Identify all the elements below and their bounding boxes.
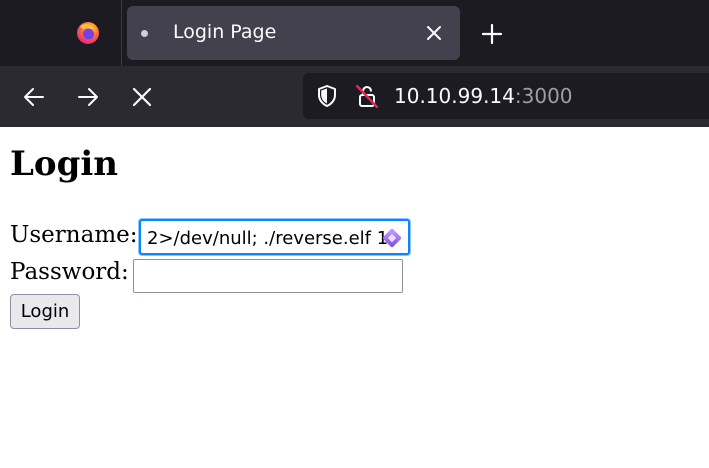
nav-toolbar: 10.10.99.14:3000: [0, 66, 709, 127]
url-text[interactable]: 10.10.99.14:3000: [394, 84, 573, 108]
tab-divider: [121, 0, 122, 66]
tab-strip: Login Page: [0, 0, 709, 66]
tab-title: Login Page: [173, 21, 277, 43]
tab-login-page[interactable]: Login Page: [127, 6, 460, 60]
login-button[interactable]: Login: [10, 294, 80, 329]
close-tab-icon[interactable]: [423, 22, 445, 44]
url-bar[interactable]: 10.10.99.14:3000: [303, 73, 709, 119]
firefox-logo-icon[interactable]: [76, 21, 100, 45]
page-title: Login: [10, 144, 118, 184]
shield-icon[interactable]: [315, 84, 339, 108]
insecure-lock-icon[interactable]: [354, 83, 380, 109]
forward-icon[interactable]: [75, 84, 101, 110]
username-value: 2>/dev/null; ./reverse.elf 1: [147, 228, 389, 249]
password-manager-icon[interactable]: [380, 226, 404, 250]
password-label: Password:: [10, 259, 129, 285]
password-input[interactable]: [133, 259, 403, 293]
url-port: :3000: [514, 84, 573, 108]
new-tab-icon[interactable]: [480, 22, 504, 46]
stop-icon[interactable]: [129, 84, 155, 110]
username-label: Username:: [10, 222, 138, 248]
tab-loading-dot-icon: [141, 30, 148, 37]
page-content: Login Username: 2>/dev/null; ./reverse.e…: [0, 127, 709, 468]
back-icon[interactable]: [21, 84, 47, 110]
username-input[interactable]: 2>/dev/null; ./reverse.elf 1: [139, 219, 410, 255]
url-host: 10.10.99.14: [394, 84, 515, 108]
